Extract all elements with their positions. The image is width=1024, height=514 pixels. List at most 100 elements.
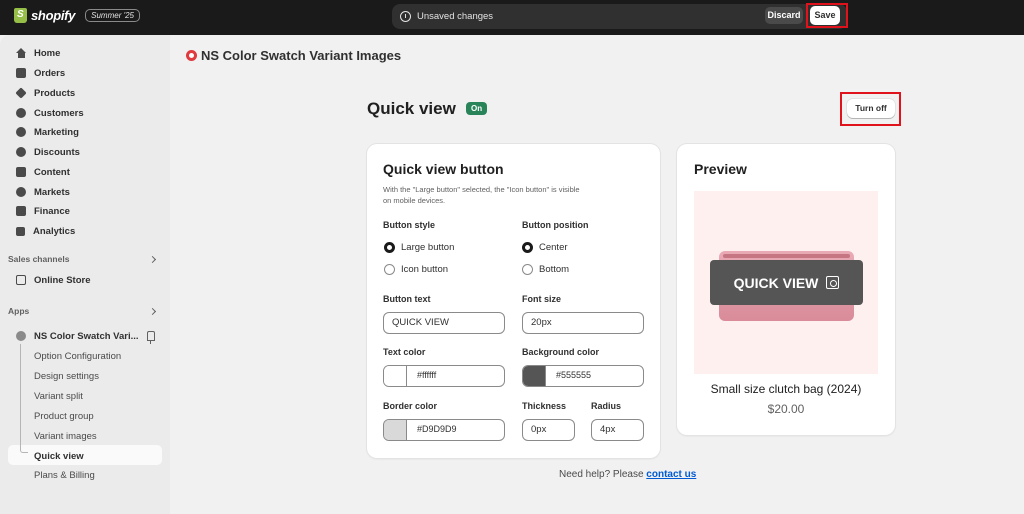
sidebar-item-marketing[interactable]: Marketing — [16, 123, 79, 141]
radio-bottom[interactable]: Bottom — [522, 264, 569, 275]
shopify-logo[interactable]: shopify Summer '25 — [14, 8, 140, 23]
pin-icon[interactable] — [147, 331, 155, 344]
target-icon — [16, 127, 26, 137]
radio-dot[interactable] — [384, 264, 395, 275]
globe-icon — [16, 187, 26, 197]
sidebar-subitem-quick-view[interactable]: Quick view — [34, 451, 84, 462]
text-color-value[interactable]: #ffffff — [417, 370, 436, 380]
section-title: Quick view — [367, 99, 456, 118]
product-price: $20.00 — [767, 402, 805, 416]
sidebar-item-finance[interactable]: Finance — [16, 202, 70, 220]
home-icon — [16, 48, 26, 58]
status-badge: On — [466, 102, 488, 115]
button-text-input[interactable]: QUICK VIEW — [383, 312, 505, 334]
edition-badge: Summer '25 — [85, 9, 140, 22]
bar-chart-icon — [16, 226, 25, 236]
button-text-label: Button text — [383, 294, 431, 304]
quick-view-settings-card: Quick view button With the "Large button… — [367, 144, 660, 458]
bag-zipper — [723, 254, 850, 258]
sidebar-subitem-product-group[interactable]: Product group — [34, 411, 94, 422]
sidebar-subitem-design-settings[interactable]: Design settings — [34, 371, 99, 382]
page-title: NS Color Swatch Variant Images — [186, 48, 401, 63]
content-icon — [16, 167, 26, 177]
app-logo-icon — [186, 50, 197, 61]
text-color-field[interactable]: #ffffff — [383, 365, 505, 387]
orders-icon — [16, 68, 26, 78]
info-icon — [400, 11, 411, 22]
turn-off-highlight-box — [840, 92, 901, 126]
sidebar-item-label: Analytics — [33, 225, 76, 237]
sidebar-item-home[interactable]: Home — [16, 44, 60, 62]
text-color-swatch[interactable] — [384, 366, 407, 386]
radio-label: Large button — [401, 242, 455, 253]
sidebar-item-label: Customers — [34, 107, 84, 119]
sidebar-item-label: Discounts — [34, 146, 80, 158]
radio-icon-button[interactable]: Icon button — [384, 264, 448, 275]
radius-label: Radius — [591, 401, 622, 411]
border-color-value[interactable]: #D9D9D9 — [417, 424, 457, 434]
radio-large-button[interactable]: Large button — [384, 242, 454, 253]
thickness-input[interactable]: 0px — [522, 419, 575, 441]
sidebar-item-products[interactable]: Products — [15, 84, 76, 102]
radio-dot-selected[interactable] — [522, 242, 533, 253]
radius-input[interactable]: 4px — [591, 419, 644, 441]
background-color-swatch[interactable] — [523, 366, 546, 386]
sidebar-item-label: Markets — [34, 186, 70, 198]
font-size-input[interactable]: 20px — [522, 312, 644, 334]
sidebar-item-markets[interactable]: Markets — [16, 183, 70, 201]
brand-name: shopify — [31, 8, 76, 23]
sidebar-item-discounts[interactable]: Discounts — [16, 143, 80, 161]
sidebar-item-label: Products — [34, 87, 76, 99]
tag-icon — [15, 87, 27, 99]
sidebar-item-orders[interactable]: Orders — [16, 64, 65, 82]
border-color-label: Border color — [383, 401, 438, 411]
radio-label: Icon button — [401, 264, 449, 275]
sidebar-item-customers[interactable]: Customers — [16, 104, 84, 122]
person-icon — [16, 108, 26, 118]
background-color-field[interactable]: #555555 — [522, 365, 644, 387]
apps-label[interactable]: Apps — [8, 306, 29, 316]
sales-channels-label[interactable]: Sales channels — [8, 254, 69, 264]
sidebar-item-label: Marketing — [34, 126, 79, 138]
background-color-value[interactable]: #555555 — [556, 370, 591, 380]
bank-icon — [16, 206, 26, 216]
unsaved-changes-text: Unsaved changes — [417, 11, 494, 22]
help-text: Need help? Please contact us — [559, 469, 696, 480]
card-description: With the "Large button" selected, the "I… — [383, 185, 580, 205]
sidebar-item-label: Finance — [34, 205, 70, 217]
radio-dot[interactable] — [522, 264, 533, 275]
discard-button[interactable]: Discard — [765, 7, 803, 24]
tree-line — [20, 344, 21, 452]
sidebar-subitem-plans-billing[interactable]: Plans & Billing — [34, 470, 95, 481]
sidebar-item-label: Content — [34, 166, 70, 178]
sidebar-item-online-store[interactable]: Online Store — [16, 271, 90, 289]
chevron-right-icon[interactable] — [148, 255, 157, 264]
save-highlight-box — [806, 3, 848, 28]
sidebar-subitem-variant-split[interactable]: Variant split — [34, 391, 83, 402]
sidebar-subitem-variant-images[interactable]: Variant images — [34, 431, 97, 442]
chevron-right-icon[interactable] — [148, 307, 157, 316]
border-color-swatch[interactable] — [384, 420, 407, 440]
radio-center[interactable]: Center — [522, 242, 568, 253]
sidebar-item-app[interactable]: NS Color Swatch Vari... — [16, 327, 139, 345]
sidebar: Home Orders Products Customers Marketing… — [0, 35, 170, 514]
tree-elbow — [20, 444, 28, 453]
sidebar-item-analytics[interactable]: Analytics — [16, 222, 75, 240]
thickness-label: Thickness — [522, 401, 567, 411]
radio-label: Bottom — [539, 264, 570, 275]
page-title-text: NS Color Swatch Variant Images — [201, 48, 402, 63]
discount-icon — [16, 147, 26, 157]
sidebar-item-content[interactable]: Content — [16, 163, 70, 181]
app-icon — [16, 331, 26, 341]
sidebar-item-label: Online Store — [34, 274, 91, 286]
contact-us-link[interactable]: contact us — [646, 469, 696, 480]
text-color-label: Text color — [383, 347, 426, 357]
sidebar-item-label: Home — [34, 47, 61, 59]
radio-dot-selected[interactable] — [384, 242, 395, 253]
sidebar-subitem-option-configuration[interactable]: Option Configuration — [34, 351, 121, 362]
sidebar-item-label: Orders — [34, 67, 66, 79]
border-color-field[interactable]: #D9D9D9 — [383, 419, 505, 441]
quick-view-preview-button[interactable]: QUICK VIEW — [710, 260, 863, 305]
preview-title: Preview — [694, 161, 747, 177]
background-color-label: Background color — [522, 347, 600, 357]
